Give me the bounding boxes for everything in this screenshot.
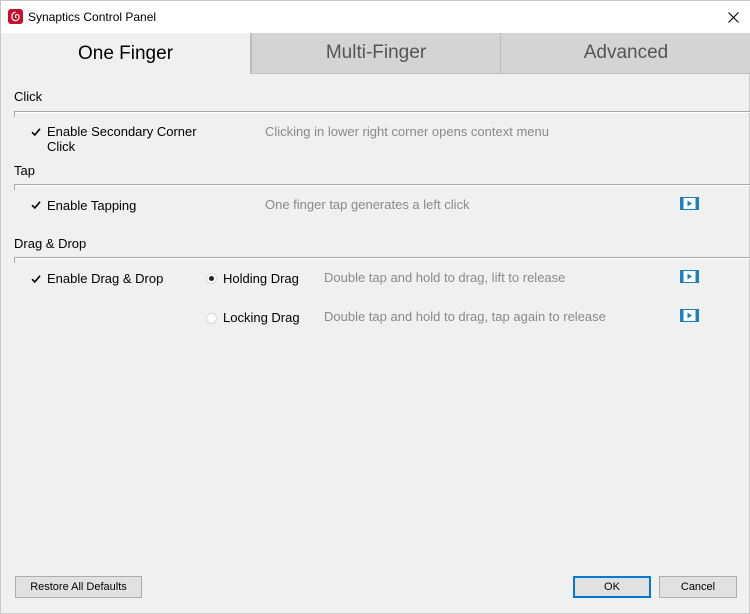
window-title: Synaptics Control Panel bbox=[28, 10, 157, 24]
drag-drop-checkbox[interactable] bbox=[30, 273, 41, 284]
holding-drag-radio[interactable] bbox=[206, 273, 217, 284]
holding-drag-description: Double tap and hold to drag, lift to rel… bbox=[324, 270, 566, 285]
title-bar: Synaptics Control Panel bbox=[1, 1, 750, 33]
tab-multi-finger[interactable]: Multi-Finger bbox=[251, 33, 500, 74]
tapping-checkbox[interactable] bbox=[30, 199, 41, 210]
secondary-corner-click-checkbox[interactable] bbox=[30, 126, 41, 137]
tab-one-finger[interactable]: One Finger bbox=[1, 33, 251, 74]
tab-bar: One Finger Multi-Finger Advanced bbox=[1, 33, 750, 74]
section-label-click: Click bbox=[14, 89, 43, 104]
secondary-corner-click-label[interactable]: Enable Secondary Corner Click bbox=[47, 124, 217, 154]
drag-drop-label[interactable]: Enable Drag & Drop bbox=[47, 271, 163, 286]
checkmark-icon bbox=[30, 127, 41, 136]
video-play-icon[interactable] bbox=[680, 270, 699, 283]
secondary-corner-click-description: Clicking in lower right corner opens con… bbox=[265, 124, 549, 139]
section-divider bbox=[14, 184, 750, 190]
locking-drag-description: Double tap and hold to drag, tap again t… bbox=[324, 309, 606, 324]
cancel-button[interactable]: Cancel bbox=[659, 576, 737, 598]
checkmark-icon bbox=[30, 200, 41, 209]
video-play-icon[interactable] bbox=[680, 309, 699, 322]
synaptics-logo-icon bbox=[8, 9, 23, 24]
locking-drag-label[interactable]: Locking Drag bbox=[223, 310, 300, 325]
tapping-description: One finger tap generates a left click bbox=[265, 197, 470, 212]
section-label-tap: Tap bbox=[14, 163, 35, 178]
tapping-label[interactable]: Enable Tapping bbox=[47, 198, 136, 213]
tab-advanced[interactable]: Advanced bbox=[500, 33, 750, 74]
close-button[interactable] bbox=[719, 3, 747, 31]
ok-button[interactable]: OK bbox=[573, 576, 651, 598]
holding-drag-label[interactable]: Holding Drag bbox=[223, 271, 299, 286]
section-divider bbox=[14, 111, 750, 117]
section-divider bbox=[14, 257, 750, 263]
checkmark-icon bbox=[30, 274, 41, 283]
locking-drag-radio[interactable] bbox=[206, 313, 217, 324]
section-label-drag-drop: Drag & Drop bbox=[14, 236, 87, 251]
restore-all-defaults-button[interactable]: Restore All Defaults bbox=[15, 576, 142, 598]
video-play-icon[interactable] bbox=[680, 197, 699, 210]
synaptics-control-panel-window: Synaptics Control Panel One Finger Multi… bbox=[0, 0, 750, 614]
close-icon bbox=[727, 11, 739, 23]
